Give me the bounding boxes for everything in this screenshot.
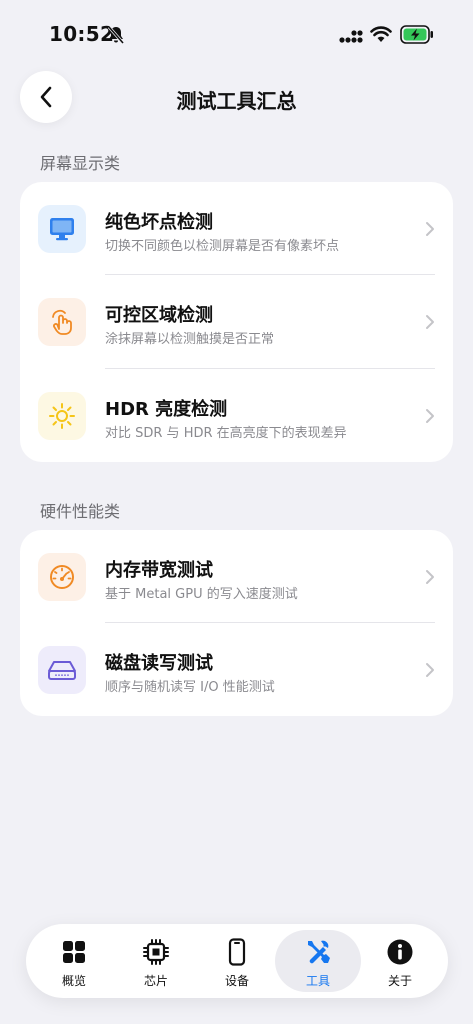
status-time: 10:52	[49, 22, 115, 46]
tab-label: 芯片	[143, 974, 168, 988]
tab-tools[interactable]: 工具	[275, 930, 361, 992]
row-icon-bg	[38, 392, 86, 440]
row-subtitle: 对比 SDR 与 HDR 在高亮度下的表现差异	[105, 426, 347, 441]
row-subtitle: 基于 Metal GPU 的写入速度测试	[105, 587, 298, 602]
row-icon-bg	[38, 553, 86, 601]
tab-overview[interactable]: 概览	[31, 930, 117, 992]
tab-label: 关于	[387, 974, 412, 988]
grid-icon	[63, 941, 85, 963]
gauge-icon	[50, 565, 74, 589]
tab-about[interactable]: 关于	[357, 930, 443, 992]
tab-device[interactable]: 设备	[194, 930, 280, 992]
row-icon-bg	[38, 205, 86, 253]
row-icon-bg	[38, 646, 86, 694]
card-display-tests: 纯色坏点检测 切换不同颜色以检测屏幕是否有像素坏点 可控区域检测 涂抹屏幕以检测…	[20, 182, 453, 462]
row-subtitle: 涂抹屏幕以检测触摸是否正常	[105, 332, 275, 347]
tab-label: 工具	[305, 974, 330, 988]
status-bar: 10:52	[0, 0, 473, 70]
row-subtitle: 顺序与随机读写 I/O 性能测试	[105, 680, 275, 695]
list-item-disk-io-test[interactable]: 磁盘读写测试 顺序与随机读写 I/O 性能测试	[20, 623, 453, 717]
row-icon-bg	[38, 298, 86, 346]
chevron-right-icon	[426, 409, 434, 423]
list-item-dead-pixel-test[interactable]: 纯色坏点检测 切换不同颜色以检测屏幕是否有像素坏点	[20, 182, 453, 276]
cellular-signal-icon	[339, 30, 363, 43]
hand-tap-icon	[52, 309, 72, 335]
chevron-right-icon	[426, 663, 434, 677]
wifi-icon	[370, 26, 392, 42]
sun-icon	[49, 403, 75, 429]
row-subtitle: 切换不同颜色以检测屏幕是否有像素坏点	[105, 239, 340, 254]
phone-icon	[228, 938, 246, 966]
list-item-touch-area-test[interactable]: 可控区域检测 涂抹屏幕以检测触摸是否正常	[20, 275, 453, 369]
tab-label: 设备	[224, 974, 249, 988]
info-icon	[387, 939, 413, 965]
row-title: 内存带宽测试	[105, 560, 213, 581]
battery-charging-icon	[400, 25, 433, 44]
chevron-right-icon	[426, 222, 434, 236]
tab-label: 概览	[61, 974, 86, 988]
list-item-hdr-brightness-test[interactable]: HDR 亮度检测 对比 SDR 与 HDR 在高亮度下的表现差异	[20, 369, 453, 463]
row-title: 可控区域检测	[105, 305, 213, 326]
section-title-hardware: 硬件性能类	[40, 502, 121, 521]
bell-muted-icon	[107, 26, 125, 44]
drive-icon	[48, 661, 76, 680]
card-hardware-tests: 内存带宽测试 基于 Metal GPU 的写入速度测试 磁盘读写测试 顺序与随机…	[20, 530, 453, 716]
chip-icon	[143, 939, 169, 965]
tab-chip[interactable]: 芯片	[113, 930, 199, 992]
tab-bar: 概览 芯片 设备 工具 关于	[26, 924, 448, 998]
chevron-right-icon	[426, 315, 434, 329]
row-title: 纯色坏点检测	[105, 212, 213, 233]
display-icon	[50, 218, 74, 241]
list-item-memory-bandwidth-test[interactable]: 内存带宽测试 基于 Metal GPU 的写入速度测试	[20, 530, 453, 624]
tools-icon	[308, 940, 330, 964]
row-title: HDR 亮度检测	[105, 399, 228, 420]
section-title-display: 屏幕显示类	[40, 154, 121, 173]
chevron-right-icon	[426, 570, 434, 584]
page-title: 测试工具汇总	[176, 89, 297, 113]
row-title: 磁盘读写测试	[105, 653, 213, 674]
